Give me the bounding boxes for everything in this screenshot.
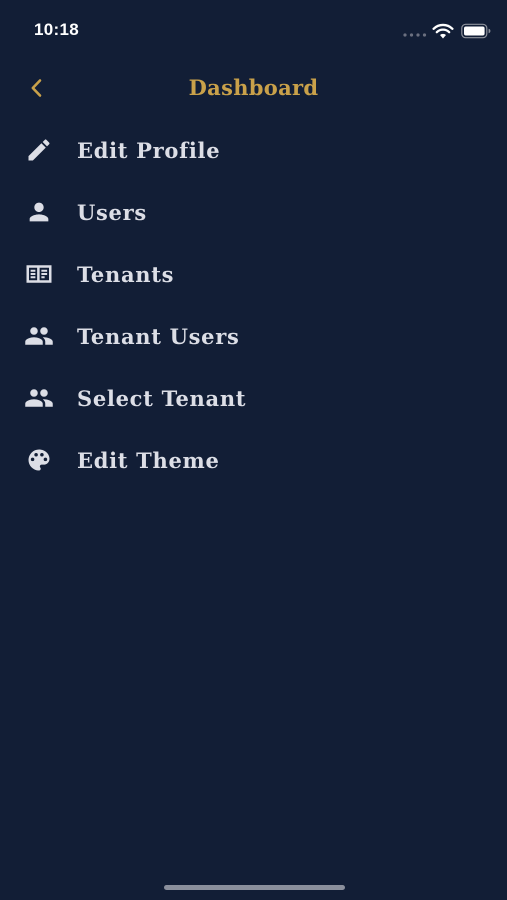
palette-icon (24, 445, 54, 475)
menu-item-label: Edit Theme (77, 447, 220, 473)
dashboard-menu: Edit Profile Users Tenants Tenant Users … (0, 119, 507, 491)
menu-item-label: Select Tenant (77, 385, 247, 411)
signal-icon (403, 33, 427, 37)
menu-item-label: Users (77, 199, 147, 225)
menu-item-label: Tenants (77, 261, 175, 287)
menu-item-edit-theme[interactable]: Edit Theme (0, 429, 507, 491)
wifi-icon (432, 23, 454, 39)
menu-item-edit-profile[interactable]: Edit Profile (0, 119, 507, 181)
menu-item-label: Tenant Users (77, 323, 240, 349)
menu-item-users[interactable]: Users (0, 181, 507, 243)
menu-item-tenant-users[interactable]: Tenant Users (0, 305, 507, 367)
menu-item-select-tenant[interactable]: Select Tenant (0, 367, 507, 429)
people-icon (24, 383, 54, 413)
status-bar: 10:18 (0, 0, 507, 60)
navigation-bar: Dashboard (0, 64, 507, 112)
person-icon (24, 197, 54, 227)
home-indicator[interactable] (164, 885, 345, 890)
people-icon (24, 321, 54, 351)
status-time: 10:18 (34, 20, 79, 39)
page-title: Dashboard (188, 75, 319, 100)
battery-icon (461, 23, 491, 39)
menu-item-label: Edit Profile (77, 137, 221, 163)
building-list-icon (24, 259, 54, 289)
pencil-icon (24, 135, 54, 165)
menu-item-tenants[interactable]: Tenants (0, 243, 507, 305)
